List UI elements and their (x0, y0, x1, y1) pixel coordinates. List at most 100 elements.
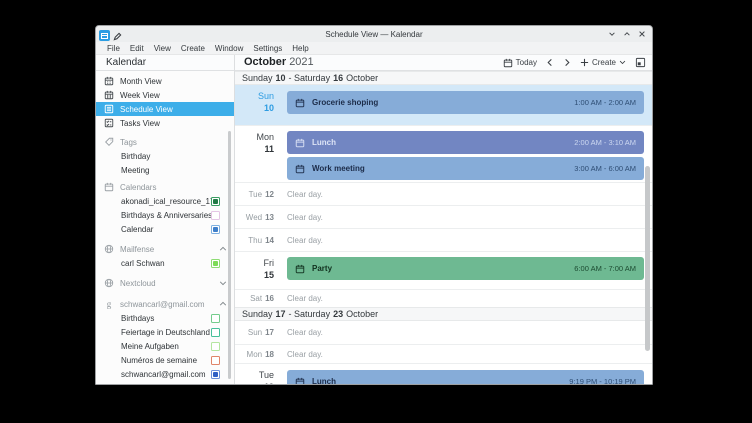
calendar-item-numeros-semaine[interactable]: Numéros de semaine (96, 353, 234, 367)
window-title: Schedule View — Kalendar (325, 29, 423, 39)
sidebar-scrollbar[interactable] (228, 131, 231, 379)
calendar-panel-toggle-button[interactable] (635, 57, 646, 68)
sidebar-item-tasks-view[interactable]: Tasks View (96, 116, 234, 130)
event-calendar-icon (295, 98, 305, 108)
menu-create[interactable]: Create (176, 44, 210, 53)
menu-edit[interactable]: Edit (125, 44, 149, 53)
clear-day-label: Clear day. (287, 189, 323, 199)
calendar-item-gmail-birthdays[interactable]: Birthdays (96, 311, 234, 325)
menu-bar: File Edit View Create Window Settings He… (96, 42, 652, 55)
calendar-checkbox[interactable] (211, 313, 220, 323)
day-label: Mon 11 (256, 132, 274, 154)
event-calendar-icon (295, 164, 305, 174)
week-header: Sunday 10- Saturday 16 October (235, 71, 652, 85)
schedule-scrollbar[interactable] (645, 166, 650, 351)
globe-icon (104, 244, 114, 254)
minimize-button[interactable] (608, 30, 616, 38)
day-row-fri-15: Fri 15 Party 6:00 AM - 7:00 AM (235, 251, 652, 289)
menu-window[interactable]: Window (210, 44, 248, 53)
app-title: Kalendar (106, 57, 147, 68)
sidebar-item-schedule-view[interactable]: Schedule View (96, 102, 234, 116)
calendars-icon (104, 182, 114, 192)
chevron-up-icon[interactable] (219, 300, 227, 310)
header-band: Kalendar October 2021 Today Create (96, 55, 652, 71)
event-lunch-2[interactable]: Lunch 9:19 PM - 10:19 PM (287, 370, 644, 384)
calendar-checkbox[interactable] (211, 369, 220, 379)
globe-icon (104, 278, 114, 288)
calendar-item-birthdays-anniversaries[interactable]: Birthdays & Anniversaries (96, 208, 234, 222)
event-calendar-icon (295, 377, 305, 384)
day-label: Fri 15 (263, 258, 275, 280)
day-label: Sun 10 (257, 91, 274, 113)
calendar-checkbox[interactable] (211, 210, 220, 220)
chevron-down-icon (619, 59, 626, 66)
account-gmail-header[interactable]: g schwancarl@gmail.com (96, 297, 234, 311)
calendar-item-meine-aufgaben[interactable]: Meine Aufgaben (96, 339, 234, 353)
day-row-mon-18[interactable]: Mon 18 Clear day. (235, 344, 652, 363)
calendar-checkbox[interactable] (211, 341, 220, 351)
day-row-sun-17[interactable]: Sun 17 Clear day. (235, 321, 652, 344)
tags-section-header[interactable]: Tags (96, 135, 234, 149)
day-label: Sat 16 (250, 294, 274, 303)
calendar-item-akonadi[interactable]: akonadi_ical_resource_17 (96, 194, 234, 208)
sidebar-item-month-view[interactable]: Month View (96, 74, 234, 88)
calendars-section-header[interactable]: Calendars (96, 180, 234, 194)
chevron-up-icon[interactable] (219, 245, 227, 255)
week-view-icon (104, 90, 114, 100)
schedule-view-icon (104, 104, 114, 114)
calendar-checkbox[interactable] (211, 258, 220, 268)
next-button[interactable] (563, 58, 571, 67)
account-nextcloud-header[interactable]: Nextcloud (96, 276, 234, 290)
chevron-down-icon[interactable] (219, 279, 227, 289)
menu-help[interactable]: Help (287, 44, 313, 53)
menu-file[interactable]: File (102, 44, 125, 53)
day-row-wed-13[interactable]: Wed 13 Clear day. (235, 205, 652, 228)
calendar-item-carl-schwan[interactable]: carl Schwan (96, 256, 234, 270)
close-button[interactable] (638, 30, 646, 38)
day-label: Tue 12 (248, 189, 274, 199)
calendar-icon (503, 58, 513, 68)
day-row-sun-10: Sun 10 Grocerie shoping 1:00 AM - 2:00 A… (235, 85, 652, 125)
today-button[interactable]: Today (503, 58, 537, 68)
tasks-view-icon (104, 118, 114, 128)
day-row-sat-16[interactable]: Sat 16 Clear day. (235, 289, 652, 307)
calendar-item-calendar[interactable]: Calendar (96, 222, 234, 236)
menu-view[interactable]: View (149, 44, 176, 53)
create-button[interactable]: Create (580, 58, 626, 67)
previous-button[interactable] (546, 58, 554, 67)
chevron-left-icon (546, 58, 554, 67)
event-work-meeting[interactable]: Work meeting 3:00 AM - 6:00 AM (287, 157, 644, 180)
event-calendar-icon (295, 264, 305, 274)
day-row-thu-14[interactable]: Thu 14 Clear day. (235, 228, 652, 251)
day-label: Tue 19 (258, 370, 274, 384)
calendar-checkbox[interactable] (211, 355, 220, 365)
event-party[interactable]: Party 6:00 AM - 7:00 AM (287, 257, 644, 280)
calendar-item-gmail-main[interactable]: schwancarl@gmail.com (96, 367, 234, 381)
sidebar-item-week-view[interactable]: Week View (96, 88, 234, 102)
chevron-right-icon (563, 58, 571, 67)
clear-day-label: Clear day. (287, 212, 323, 222)
week-header: Sunday 17- Saturday 23 October (235, 307, 652, 321)
calendar-checkbox[interactable] (211, 327, 220, 337)
event-grocerie-shoping[interactable]: Grocerie shoping 1:00 AM - 2:00 AM (287, 91, 644, 114)
clear-day-label: Clear day. (287, 294, 323, 303)
tag-item-birthday[interactable]: Birthday (96, 149, 234, 163)
maximize-button[interactable] (623, 30, 631, 38)
plus-icon (580, 58, 589, 67)
calendar-checkbox[interactable] (211, 196, 220, 206)
tag-item-meeting[interactable]: Meeting (96, 163, 234, 177)
day-row-tue-12[interactable]: Tue 12 Clear day. (235, 182, 652, 205)
google-icon: g (106, 299, 112, 309)
event-lunch-selected[interactable]: Lunch 2:00 AM - 3:10 AM (287, 131, 644, 154)
sidebar: Month View Week View Schedule View Tasks… (96, 71, 234, 384)
kalendar-window: Schedule View — Kalendar File Edit View … (95, 25, 653, 385)
clear-day-label: Clear day. (287, 349, 323, 359)
account-mailfense-header[interactable]: Mailfense (96, 242, 234, 256)
title-bar[interactable]: Schedule View — Kalendar (96, 26, 652, 42)
sidebar-divider (234, 55, 235, 384)
event-calendar-icon (295, 138, 305, 148)
calendar-checkbox[interactable] (211, 224, 220, 234)
menu-settings[interactable]: Settings (248, 44, 287, 53)
calendar-item-feiertage[interactable]: Feiertage in Deutschland (96, 325, 234, 339)
schedule-view: Sunday 10- Saturday 16 October Sun 10 Groce… (234, 71, 652, 384)
